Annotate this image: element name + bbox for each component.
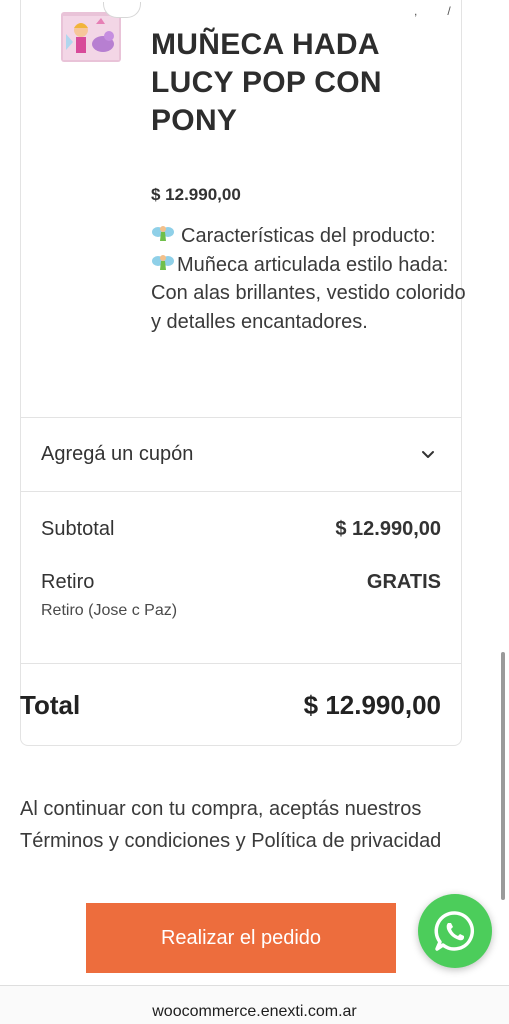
desc-line-2: Muñeca articulada estilo hada: Con alas … xyxy=(151,253,466,333)
scrollbar[interactable] xyxy=(501,652,505,900)
product-description: Características del producto: Muñeca art… xyxy=(151,222,471,336)
chevron-down-icon xyxy=(422,451,434,458)
total-value: $ 12.990,00 xyxy=(303,690,441,720)
terms-notice: Al continuar con tu compra, aceptás nues… xyxy=(20,798,442,852)
product-thumbnail xyxy=(61,12,121,62)
shipping-detail: Retiro (Jose c Paz) xyxy=(41,602,178,619)
fairy-icon xyxy=(152,254,174,270)
product-price: $ 12.990,00 xyxy=(151,185,241,204)
subtotal-label: Subtotal xyxy=(41,518,115,540)
browser-url-bar[interactable]: woocommerce.enexti.com.ar xyxy=(0,985,509,1024)
total-label: Total xyxy=(20,690,81,720)
coupon-label: Agregá un cupón xyxy=(41,443,194,465)
shipping-value: GRATIS xyxy=(366,571,441,593)
divider xyxy=(21,491,461,492)
whatsapp-button[interactable] xyxy=(418,894,492,968)
quantity-badge xyxy=(103,2,141,18)
order-summary-card: MUÑECA HADA LUCY POP CON PONY $ 12.990,0… xyxy=(20,0,466,746)
desc-line-1: Características del producto: xyxy=(181,225,436,247)
coupon-toggle[interactable]: Agregá un cupón xyxy=(21,418,461,492)
fairy-icon xyxy=(152,226,174,241)
divider xyxy=(21,663,461,664)
shipping-label: Retiro xyxy=(41,571,95,593)
place-order-button[interactable]: Realizar el pedido xyxy=(86,903,396,973)
product-name: MUÑECA HADA LUCY POP CON PONY xyxy=(151,28,382,137)
whatsapp-icon xyxy=(434,911,475,951)
corner-mark: , / xyxy=(414,4,451,18)
url-text: woocommerce.enexti.com.ar xyxy=(152,1003,357,1020)
subtotal-value: $ 12.990,00 xyxy=(335,518,441,540)
